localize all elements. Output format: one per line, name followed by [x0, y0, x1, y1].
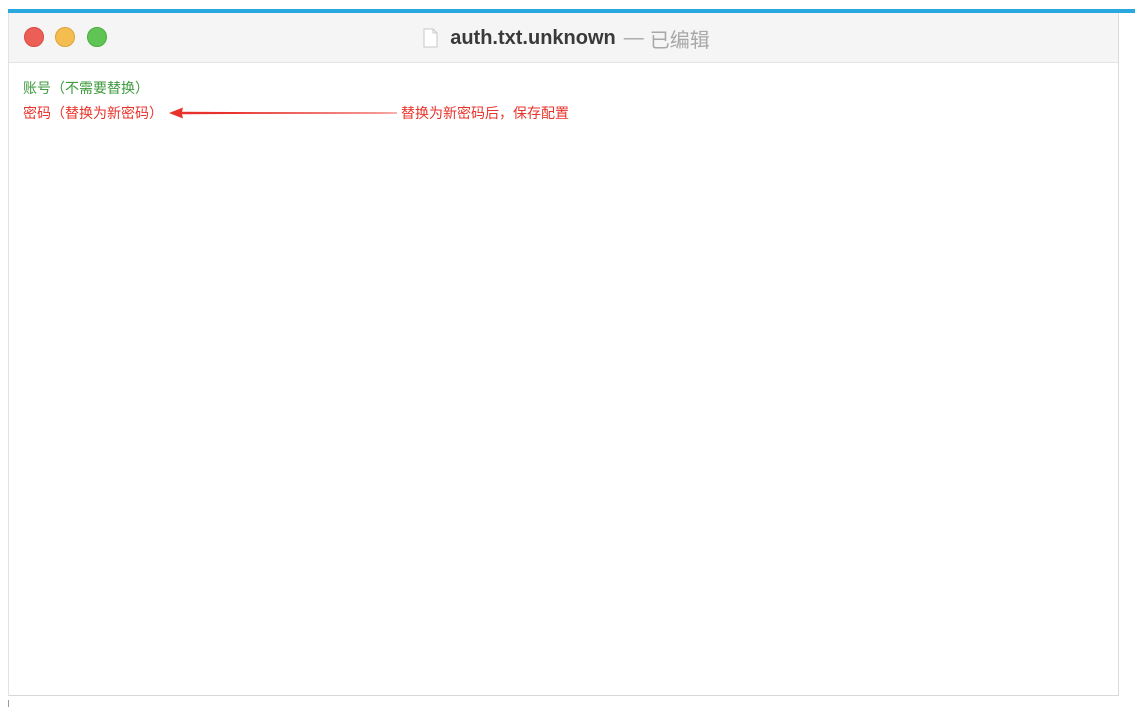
annotation-arrow-icon [169, 107, 397, 119]
close-button[interactable] [24, 27, 44, 47]
document-icon [423, 28, 438, 48]
password-line[interactable]: 密码（替换为新密码） [23, 104, 163, 122]
account-line[interactable]: 账号（不需要替换） [23, 79, 149, 97]
window-title: auth.txt.unknown — 已编辑 [9, 13, 1118, 63]
document-name: auth.txt.unknown [450, 26, 616, 49]
edited-status: 已编辑 [649, 29, 710, 52]
text-editor-area[interactable]: 账号（不需要替换） 密码（替换为新密码） 替换为新密码后，保存配置 [9, 63, 1118, 696]
annotation-label: 替换为新密码后，保存配置 [401, 105, 569, 121]
zoom-button[interactable] [87, 27, 107, 47]
title-bar[interactable]: auth.txt.unknown — 已编辑 [9, 13, 1118, 63]
corner-divider [8, 700, 9, 707]
textedit-window: auth.txt.unknown — 已编辑 账号（不需要替换） 密码（替换为新… [8, 13, 1119, 696]
title-separator: — [623, 26, 644, 49]
minimize-button[interactable] [55, 27, 75, 47]
